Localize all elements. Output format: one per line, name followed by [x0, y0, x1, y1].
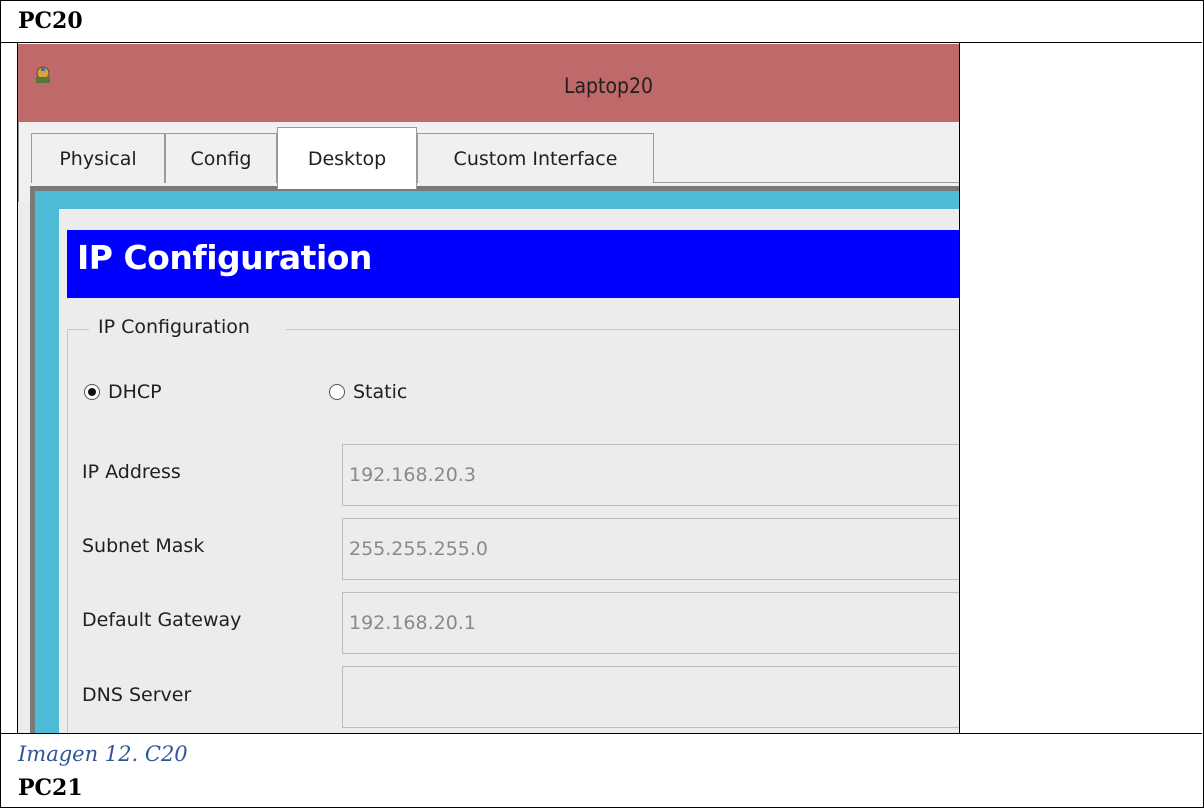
default-gateway-label: Default Gateway — [82, 609, 242, 631]
dhcp-radio-option[interactable]: DHCP — [84, 381, 162, 403]
figure-caption: Imagen 12. C20 — [18, 742, 188, 766]
table-divider — [959, 42, 960, 734]
group-border — [67, 329, 68, 733]
static-label: Static — [353, 381, 408, 403]
dhcp-label: DHCP — [108, 381, 162, 403]
tab-config[interactable]: Config — [165, 133, 277, 183]
group-border — [67, 329, 89, 330]
subnet-mask-label: Subnet Mask — [82, 535, 205, 557]
laptop-window-screenshot: Laptop20 Physical Config Desktop Custom … — [18, 44, 959, 733]
tab-custom-interface[interactable]: Custom Interface — [417, 133, 654, 183]
static-radio[interactable] — [329, 384, 345, 400]
ip-address-label: IP Address — [82, 461, 181, 483]
tab-physical[interactable]: Physical — [31, 133, 165, 183]
dhcp-radio[interactable] — [84, 384, 100, 400]
table-divider — [0, 42, 1202, 43]
section-heading-pc21: PC21 — [18, 775, 83, 801]
dns-server-label: DNS Server — [82, 684, 192, 706]
ip-address-field[interactable]: 192.168.20.3 — [342, 444, 959, 506]
window-titlebar[interactable]: Laptop20 — [18, 44, 959, 122]
tab-desktop[interactable]: Desktop — [277, 127, 417, 189]
section-heading-pc20: PC20 — [18, 8, 83, 34]
ip-config-banner: IP Configuration — [67, 230, 959, 298]
table-divider — [0, 733, 1202, 734]
window-title: Laptop20 — [563, 74, 654, 98]
page-title: IP Configuration — [77, 238, 372, 277]
group-border — [286, 329, 959, 330]
static-radio-option[interactable]: Static — [329, 381, 407, 403]
subnet-mask-field[interactable]: 255.255.255.0 — [342, 518, 959, 580]
default-gateway-field[interactable]: 192.168.20.1 — [342, 592, 959, 654]
group-label: IP Configuration — [94, 316, 254, 338]
dns-server-field[interactable] — [342, 666, 959, 728]
